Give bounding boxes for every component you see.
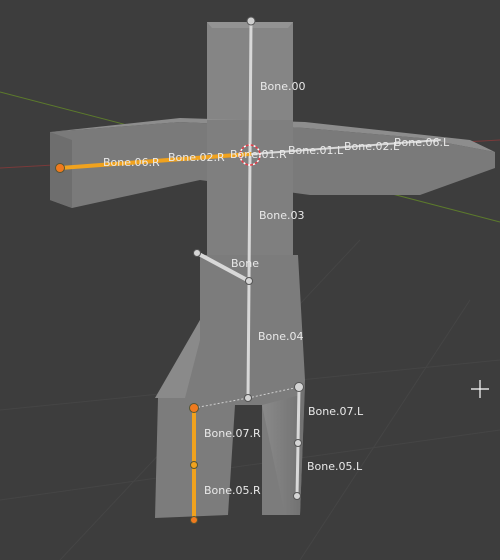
bone-label: Bone.06.R [103,156,160,169]
bone-label: Bone.05.L [307,460,363,473]
bone-label: Bone [231,257,259,270]
joint[interactable] [246,16,256,26]
joint[interactable] [55,163,65,173]
joint[interactable] [294,382,304,392]
crosshair-cursor-icon [471,380,489,398]
bone-label: Bone.07.L [308,405,364,418]
bone-label: Bone.02.R [168,151,225,164]
bone-label: Bone.01.R [230,148,287,161]
joint[interactable] [245,277,253,285]
bone-label: Bone.03 [259,209,305,222]
bone-label: Bone.00 [260,80,306,93]
joint[interactable] [244,394,252,402]
joint[interactable] [190,516,198,524]
bone-label: Bone.04 [258,330,304,343]
viewport-scene[interactable]: Bone.00 Bone.06.R Bone.02.R Bone.01.R Bo… [0,0,500,560]
bone-05-l-shape[interactable] [295,442,300,498]
bone-00-shape[interactable] [248,19,253,155]
bone-label: Bone.06.L [394,136,450,149]
character-mesh[interactable] [50,22,495,518]
joint[interactable] [293,492,301,500]
bone-07-l-shape[interactable] [296,386,301,445]
bone-label: Bone.05.R [204,484,261,497]
joint[interactable] [189,403,199,413]
bone-label: Bone.02.L [344,140,400,153]
joint[interactable] [294,439,302,447]
bone-label: Bone.07.R [204,427,261,440]
joint[interactable] [193,249,201,257]
3d-viewport[interactable]: Bone.00 Bone.06.R Bone.02.R Bone.01.R Bo… [0,0,500,560]
joint[interactable] [190,461,198,469]
bone-label: Bone.01.L [288,144,344,157]
bone-04-shape[interactable] [246,280,251,400]
